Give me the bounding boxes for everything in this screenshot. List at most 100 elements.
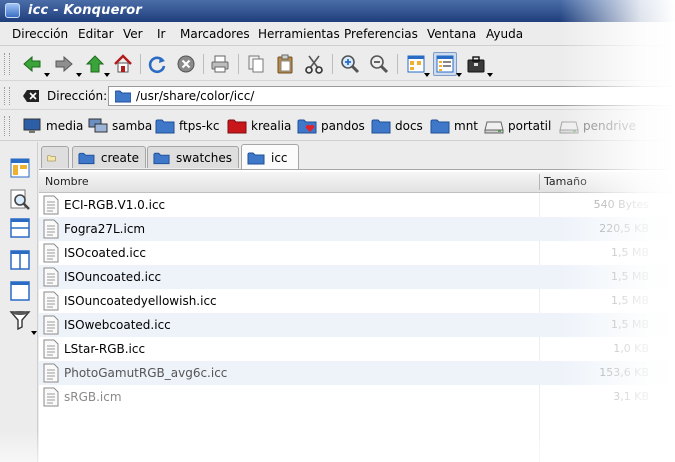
file-name: LStar-RGB.icc: [64, 342, 146, 356]
search-icon[interactable]: [8, 188, 32, 212]
split-vertical-icon[interactable]: [8, 248, 32, 272]
clear-location-icon[interactable]: [22, 88, 40, 104]
back-history-dropdown[interactable]: [44, 73, 50, 77]
table-row[interactable]: ISOwebcoated.icc 1,5 MB: [39, 313, 675, 337]
sidebar-toolbar: [0, 142, 38, 462]
tab-label: create: [100, 150, 139, 165]
navigation-panel-icon[interactable]: [8, 156, 32, 180]
file-size: 540 Bytes: [593, 198, 649, 211]
briefcase-button[interactable]: [464, 52, 488, 76]
bookmark-pandos[interactable]: pandos: [297, 117, 365, 135]
menu-marcadores[interactable]: Marcadores: [180, 27, 250, 41]
folder-icon: [371, 119, 391, 134]
bookmark-portatil[interactable]: portatil: [484, 117, 551, 135]
document-icon: [43, 363, 59, 383]
file-name: PhotoGamutRGB_avg6c.icc: [64, 366, 228, 380]
toolbar-separator: [332, 54, 333, 74]
column-size-header[interactable]: Tamaño: [544, 175, 587, 188]
filter-icon[interactable]: [8, 308, 32, 332]
file-name: ISOuncoatedyellowish.icc: [64, 294, 217, 308]
bookmark-ftps-kc[interactable]: ftps-kc: [155, 117, 219, 135]
column-name-header[interactable]: Nombre: [45, 175, 89, 188]
icon-view-dropdown[interactable]: [424, 73, 430, 77]
forward-history-dropdown[interactable]: [76, 73, 82, 77]
bookmark-mnt[interactable]: mnt: [430, 117, 478, 135]
menu-direccion[interactable]: Dirección: [12, 27, 68, 41]
bookmark-krealia[interactable]: krealia: [227, 117, 291, 135]
tab-create[interactable]: create: [72, 146, 146, 168]
paste-button[interactable]: [273, 52, 297, 76]
table-row[interactable]: Fogra27L.icm 220,5 KB: [39, 217, 675, 241]
cut-button[interactable]: [302, 52, 326, 76]
location-value: /usr/share/color/icc/: [136, 89, 255, 103]
toolbar-separator: [140, 54, 141, 74]
tab-label: icc: [271, 150, 288, 165]
menu-ir[interactable]: Ir: [157, 27, 165, 41]
split-horizontal-icon[interactable]: [8, 216, 32, 240]
home-button[interactable]: [111, 52, 135, 76]
file-size: 1,5 MB: [610, 318, 649, 331]
document-icon: [43, 291, 59, 311]
tab-swatches[interactable]: swatches: [147, 146, 239, 168]
back-arrow-icon: [23, 55, 41, 73]
menu-bar: Dirección Editar Ver Ir Marcadores Herra…: [0, 22, 675, 46]
print-button[interactable]: [208, 52, 232, 76]
bookmark-docs[interactable]: docs: [371, 117, 423, 135]
folder-icon: [115, 90, 131, 103]
file-size: 1,0 KB: [613, 342, 649, 355]
monitor-icon: [23, 118, 41, 133]
toolbar-grip[interactable]: [4, 87, 10, 105]
bookmark-label: pandos: [321, 119, 365, 133]
table-row[interactable]: LStar-RGB.icc 1,0 KB: [39, 337, 675, 361]
table-row[interactable]: ECI-RGB.V1.0.icc 540 Bytes: [39, 193, 675, 217]
reload-button[interactable]: [145, 52, 169, 76]
toolbar-grip[interactable]: [4, 116, 10, 136]
title-bar[interactable]: icc - Konqueror: [0, 0, 675, 22]
forward-button[interactable]: [52, 52, 76, 76]
zoom-out-button[interactable]: [367, 52, 391, 76]
document-icon: [43, 195, 59, 215]
cut-icon: [305, 55, 323, 74]
back-button[interactable]: [20, 52, 44, 76]
bookmark-label: krealia: [251, 119, 292, 133]
tab-new[interactable]: [41, 146, 69, 168]
filter-dropdown[interactable]: [31, 331, 37, 335]
table-row[interactable]: ISOuncoatedyellowish.icc 1,5 MB: [39, 289, 675, 313]
folder-icon: [78, 152, 95, 164]
table-row[interactable]: sRGB.icm 3,1 KB: [39, 385, 675, 409]
bookmark-label: docs: [395, 119, 423, 133]
up-dropdown[interactable]: [104, 73, 110, 77]
menu-editar[interactable]: Editar: [78, 27, 114, 41]
window-menu-icon[interactable]: [5, 3, 20, 18]
table-row[interactable]: ISOuncoated.icc 1,5 MB: [39, 265, 675, 289]
table-row[interactable]: PhotoGamutRGB_avg6c.icc 153,6 KB: [39, 361, 675, 385]
menu-herramientas[interactable]: Herramientas: [258, 27, 340, 41]
tab-icc[interactable]: icc: [241, 144, 299, 170]
toolbar-separator: [238, 54, 239, 74]
menu-ayuda[interactable]: Ayuda: [486, 27, 523, 41]
detailed-view-dropdown[interactable]: [456, 73, 462, 77]
table-row[interactable]: ISOcoated.icc 1,5 MB: [39, 241, 675, 265]
menu-preferencias[interactable]: Preferencias: [344, 27, 418, 41]
briefcase-dropdown[interactable]: [487, 73, 493, 77]
single-view-icon[interactable]: [8, 279, 32, 303]
briefcase-icon: [467, 56, 485, 73]
bookmark-media[interactable]: media: [22, 117, 83, 135]
detailed-view-button[interactable]: [433, 52, 457, 76]
stop-button[interactable]: [174, 52, 198, 76]
toolbar-grip[interactable]: [4, 53, 10, 75]
zoom-in-button[interactable]: [338, 52, 362, 76]
stop-icon: [177, 55, 195, 73]
menu-ventana[interactable]: Ventana: [427, 27, 476, 41]
empty-tab-icon: [47, 154, 56, 161]
location-input[interactable]: /usr/share/color/icc/: [108, 86, 675, 106]
copy-button[interactable]: [244, 52, 268, 76]
document-icon: [43, 315, 59, 335]
file-size: 1,5 MB: [610, 246, 649, 259]
menu-ver[interactable]: Ver: [123, 27, 143, 41]
bookmark-samba[interactable]: samba: [88, 117, 152, 135]
document-icon: [43, 243, 59, 263]
bookmark-pendrive[interactable]: pendrive: [559, 117, 636, 135]
column-separator[interactable]: [539, 174, 540, 190]
location-toolbar: Dirección: /usr/share/color/icc/: [0, 82, 675, 110]
